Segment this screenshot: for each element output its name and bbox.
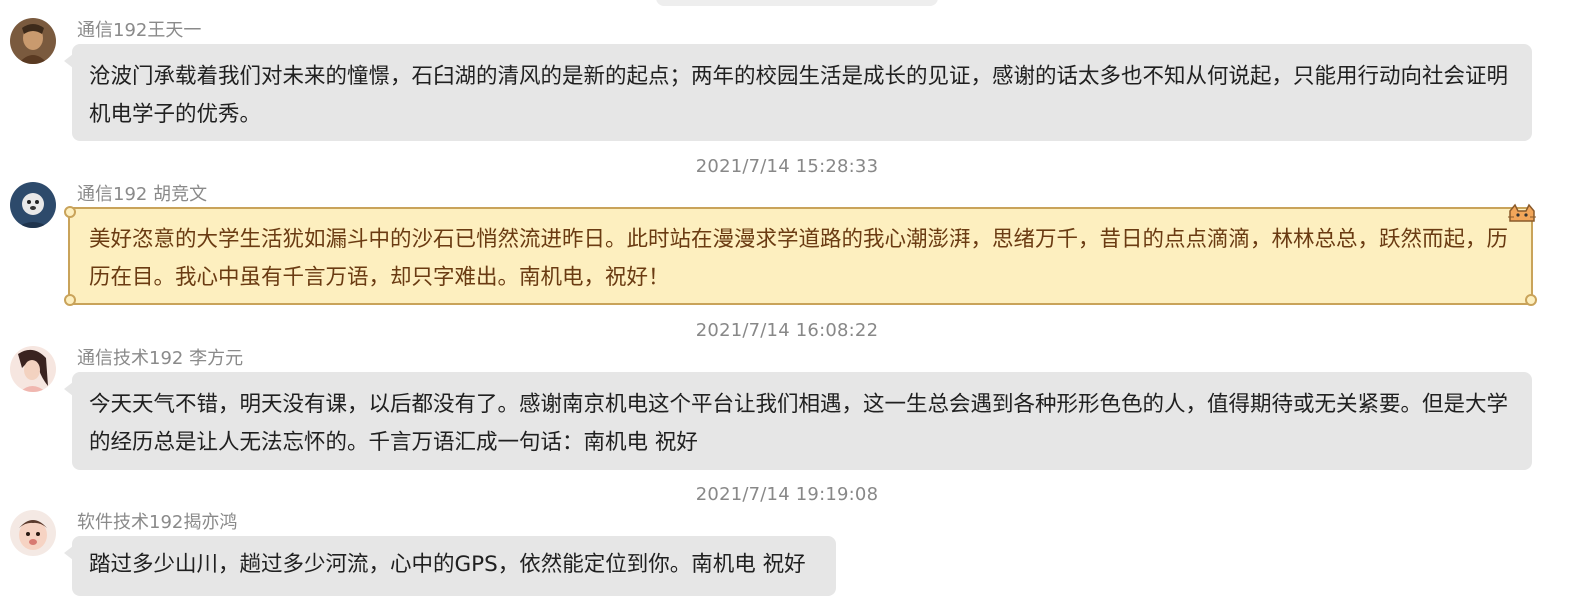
message-text: 美好恣意的大学生活犹如漏斗中的沙石已悄然流进昨日。此时站在漫漫求学道路的我心潮澎… — [89, 227, 1509, 290]
avatar[interactable] — [10, 510, 56, 556]
bubble-tail — [64, 546, 73, 560]
message-timestamp: 2021/7/14 19:19:08 — [695, 484, 879, 505]
scroll-corner-icon — [64, 206, 76, 218]
message-bubble[interactable]: 沧波门承载着我们对未来的憧憬，石臼湖的清风的是新的起点；两年的校园生活是成长的见… — [64, 44, 1532, 141]
avatar[interactable] — [10, 18, 56, 64]
message-text: 踏过多少山川，趟过多少河流，心中的GPS，依然能定位到你。南机电 祝好 — [89, 552, 806, 577]
cat-corner-icon — [1508, 203, 1536, 222]
message-text: 今天天气不错，明天没有课，以后都没有了。感谢南京机电这个平台让我们相遇，这一生总… — [89, 392, 1509, 455]
message-bubble[interactable]: 踏过多少山川，趟过多少河流，心中的GPS，依然能定位到你。南机电 祝好 — [64, 536, 836, 596]
avatar[interactable] — [10, 182, 56, 228]
bubble-tail — [64, 382, 73, 396]
avatar[interactable] — [10, 346, 56, 392]
scroll-corner-icon — [64, 294, 76, 306]
sender-name: 通信192王天一 — [77, 20, 202, 41]
previous-message-bubble-edge — [656, 0, 938, 6]
sender-name: 通信技术192 李方元 — [77, 348, 244, 369]
message-timestamp: 2021/7/14 15:28:33 — [695, 156, 879, 177]
sender-name: 软件技术192揭亦鸿 — [77, 512, 238, 533]
bubble-tail — [64, 54, 73, 68]
sender-name: 通信192 胡竞文 — [77, 184, 208, 205]
message-bubble[interactable]: 美好恣意的大学生活犹如漏斗中的沙石已悄然流进昨日。此时站在漫漫求学道路的我心潮澎… — [68, 207, 1533, 305]
message-timestamp: 2021/7/14 16:08:22 — [695, 320, 879, 341]
message-bubble[interactable]: 今天天气不错，明天没有课，以后都没有了。感谢南京机电这个平台让我们相遇，这一生总… — [64, 372, 1532, 470]
message-text: 沧波门承载着我们对未来的憧憬，石臼湖的清风的是新的起点；两年的校园生活是成长的见… — [89, 64, 1509, 127]
scroll-corner-icon — [1525, 294, 1537, 306]
